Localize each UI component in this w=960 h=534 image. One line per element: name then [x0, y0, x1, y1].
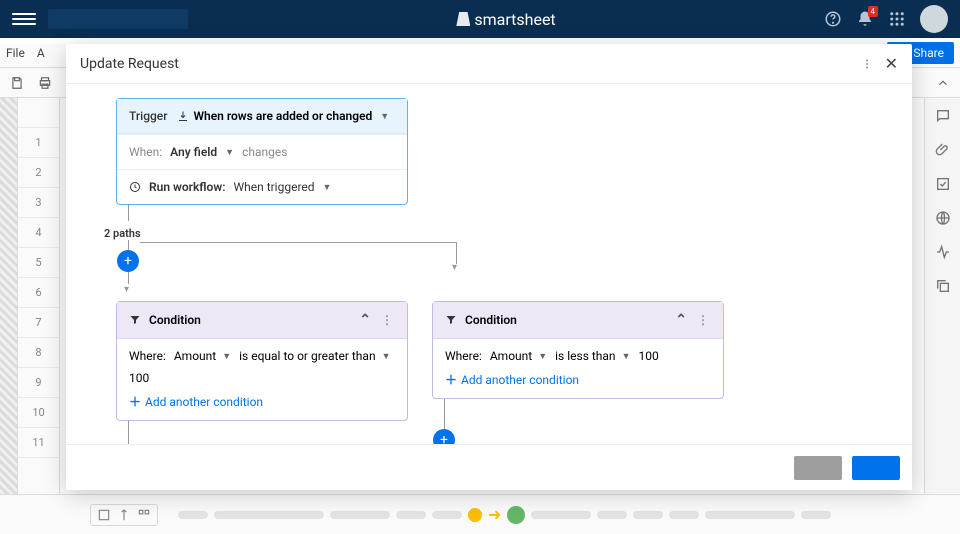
connector — [128, 240, 129, 250]
paths-label: 2 paths — [104, 227, 862, 240]
condition-body: Where: Amount▼ is less than▼ 100 ＋Add an… — [433, 339, 723, 398]
where-label: Where: — [129, 349, 166, 363]
add-action-button[interactable]: + — [433, 429, 455, 444]
trigger-event-dropdown[interactable]: When rows are added or changed ▼ — [177, 109, 389, 123]
condition-card: Condition ⌃ ⋮ Where: Amount▼ is equal to… — [116, 301, 408, 421]
branch-left: Condition ⌃ ⋮ Where: Amount▼ is equal to… — [116, 301, 408, 444]
modal-footer — [66, 444, 912, 490]
condition-title: Condition — [465, 313, 517, 327]
connector — [128, 421, 129, 444]
cancel-button[interactable] — [794, 456, 842, 480]
condition-title: Condition — [149, 313, 201, 327]
field-dropdown[interactable]: Amount▼ — [174, 349, 231, 363]
app-topbar: smartsheet 4 — [0, 0, 960, 38]
workflow-modal: Update Request ✕ Trigger When rows are a… — [66, 44, 912, 490]
condition-line: Where: Amount▼ is less than▼ 100 — [445, 349, 711, 363]
condition-header: Condition ⌃ ⋮ — [117, 302, 407, 339]
operator-dropdown[interactable]: is less than▼ — [555, 349, 630, 363]
connector — [444, 399, 445, 429]
branch-right: Condition ⌃ ⋮ Where: Amount▼ is less tha… — [432, 301, 724, 444]
trigger-card: Trigger When rows are added or changed ▼… — [116, 98, 408, 205]
run-value-dropdown[interactable]: When triggered▼ — [233, 180, 331, 194]
trigger-run-row: Run workflow: When triggered▼ — [117, 169, 407, 204]
modal-body: Trigger When rows are added or changed ▼… — [66, 84, 912, 444]
run-label: Run workflow: — [149, 180, 225, 194]
avatar[interactable] — [920, 5, 948, 33]
add-condition-button[interactable]: ＋Add another condition — [445, 371, 711, 388]
connector — [128, 272, 129, 284]
field-dropdown[interactable]: Amount▼ — [490, 349, 547, 363]
trigger-header: Trigger When rows are added or changed ▼ — [117, 99, 407, 134]
branches: Condition ⌃ ⋮ Where: Amount▼ is equal to… — [116, 301, 862, 444]
where-label: Where: — [445, 349, 482, 363]
connector — [128, 205, 129, 221]
kebab-icon[interactable]: ⋮ — [695, 313, 711, 327]
collapse-icon[interactable]: ⌃ — [675, 312, 687, 328]
save-button[interactable] — [852, 456, 900, 480]
brand: smartsheet — [188, 10, 824, 29]
trigger-label: Trigger — [129, 109, 167, 123]
topbar-actions: 4 — [824, 5, 948, 33]
collapse-icon[interactable]: ⌃ — [359, 312, 371, 328]
kebab-icon[interactable]: ⋮ — [379, 313, 395, 327]
condition-card: Condition ⌃ ⋮ Where: Amount▼ is less tha… — [432, 301, 724, 399]
trigger-when-row: When: Any field▼ changes — [117, 134, 407, 169]
chevron-down-icon: ▾ — [124, 284, 862, 295]
when-label: When: — [129, 145, 162, 159]
add-condition-button[interactable]: ＋Add another condition — [129, 393, 395, 410]
operator-dropdown[interactable]: is equal to or greater than▼ — [239, 349, 390, 363]
when-field-dropdown[interactable]: Any field▼ — [170, 145, 234, 159]
bell-icon[interactable]: 4 — [856, 10, 874, 28]
when-verb: changes — [242, 145, 287, 159]
modal-title: Update Request — [80, 56, 179, 72]
brand-logo-icon — [456, 12, 470, 26]
connector — [140, 242, 456, 243]
condition-header: Condition ⌃ ⋮ — [433, 302, 723, 339]
chevron-down-icon: ▾ — [452, 262, 457, 273]
condition-body: Where: Amount▼ is equal to or greater th… — [117, 339, 407, 420]
close-icon[interactable]: ✕ — [885, 54, 898, 73]
kebab-icon[interactable] — [861, 54, 873, 73]
condition-line: Where: Amount▼ is equal to or greater th… — [129, 349, 395, 385]
notification-badge: 4 — [868, 6, 879, 17]
brand-text: smartsheet — [474, 10, 555, 29]
modal-header: Update Request ✕ — [66, 44, 912, 84]
add-path-button[interactable]: + — [117, 250, 139, 272]
value-input[interactable]: 100 — [129, 371, 149, 385]
menu-icon[interactable] — [12, 7, 36, 31]
apps-icon[interactable] — [888, 10, 906, 28]
value-input[interactable]: 100 — [638, 349, 658, 363]
help-icon[interactable] — [824, 10, 842, 28]
connector — [456, 242, 457, 264]
sheet-title-placeholder[interactable] — [48, 9, 188, 29]
